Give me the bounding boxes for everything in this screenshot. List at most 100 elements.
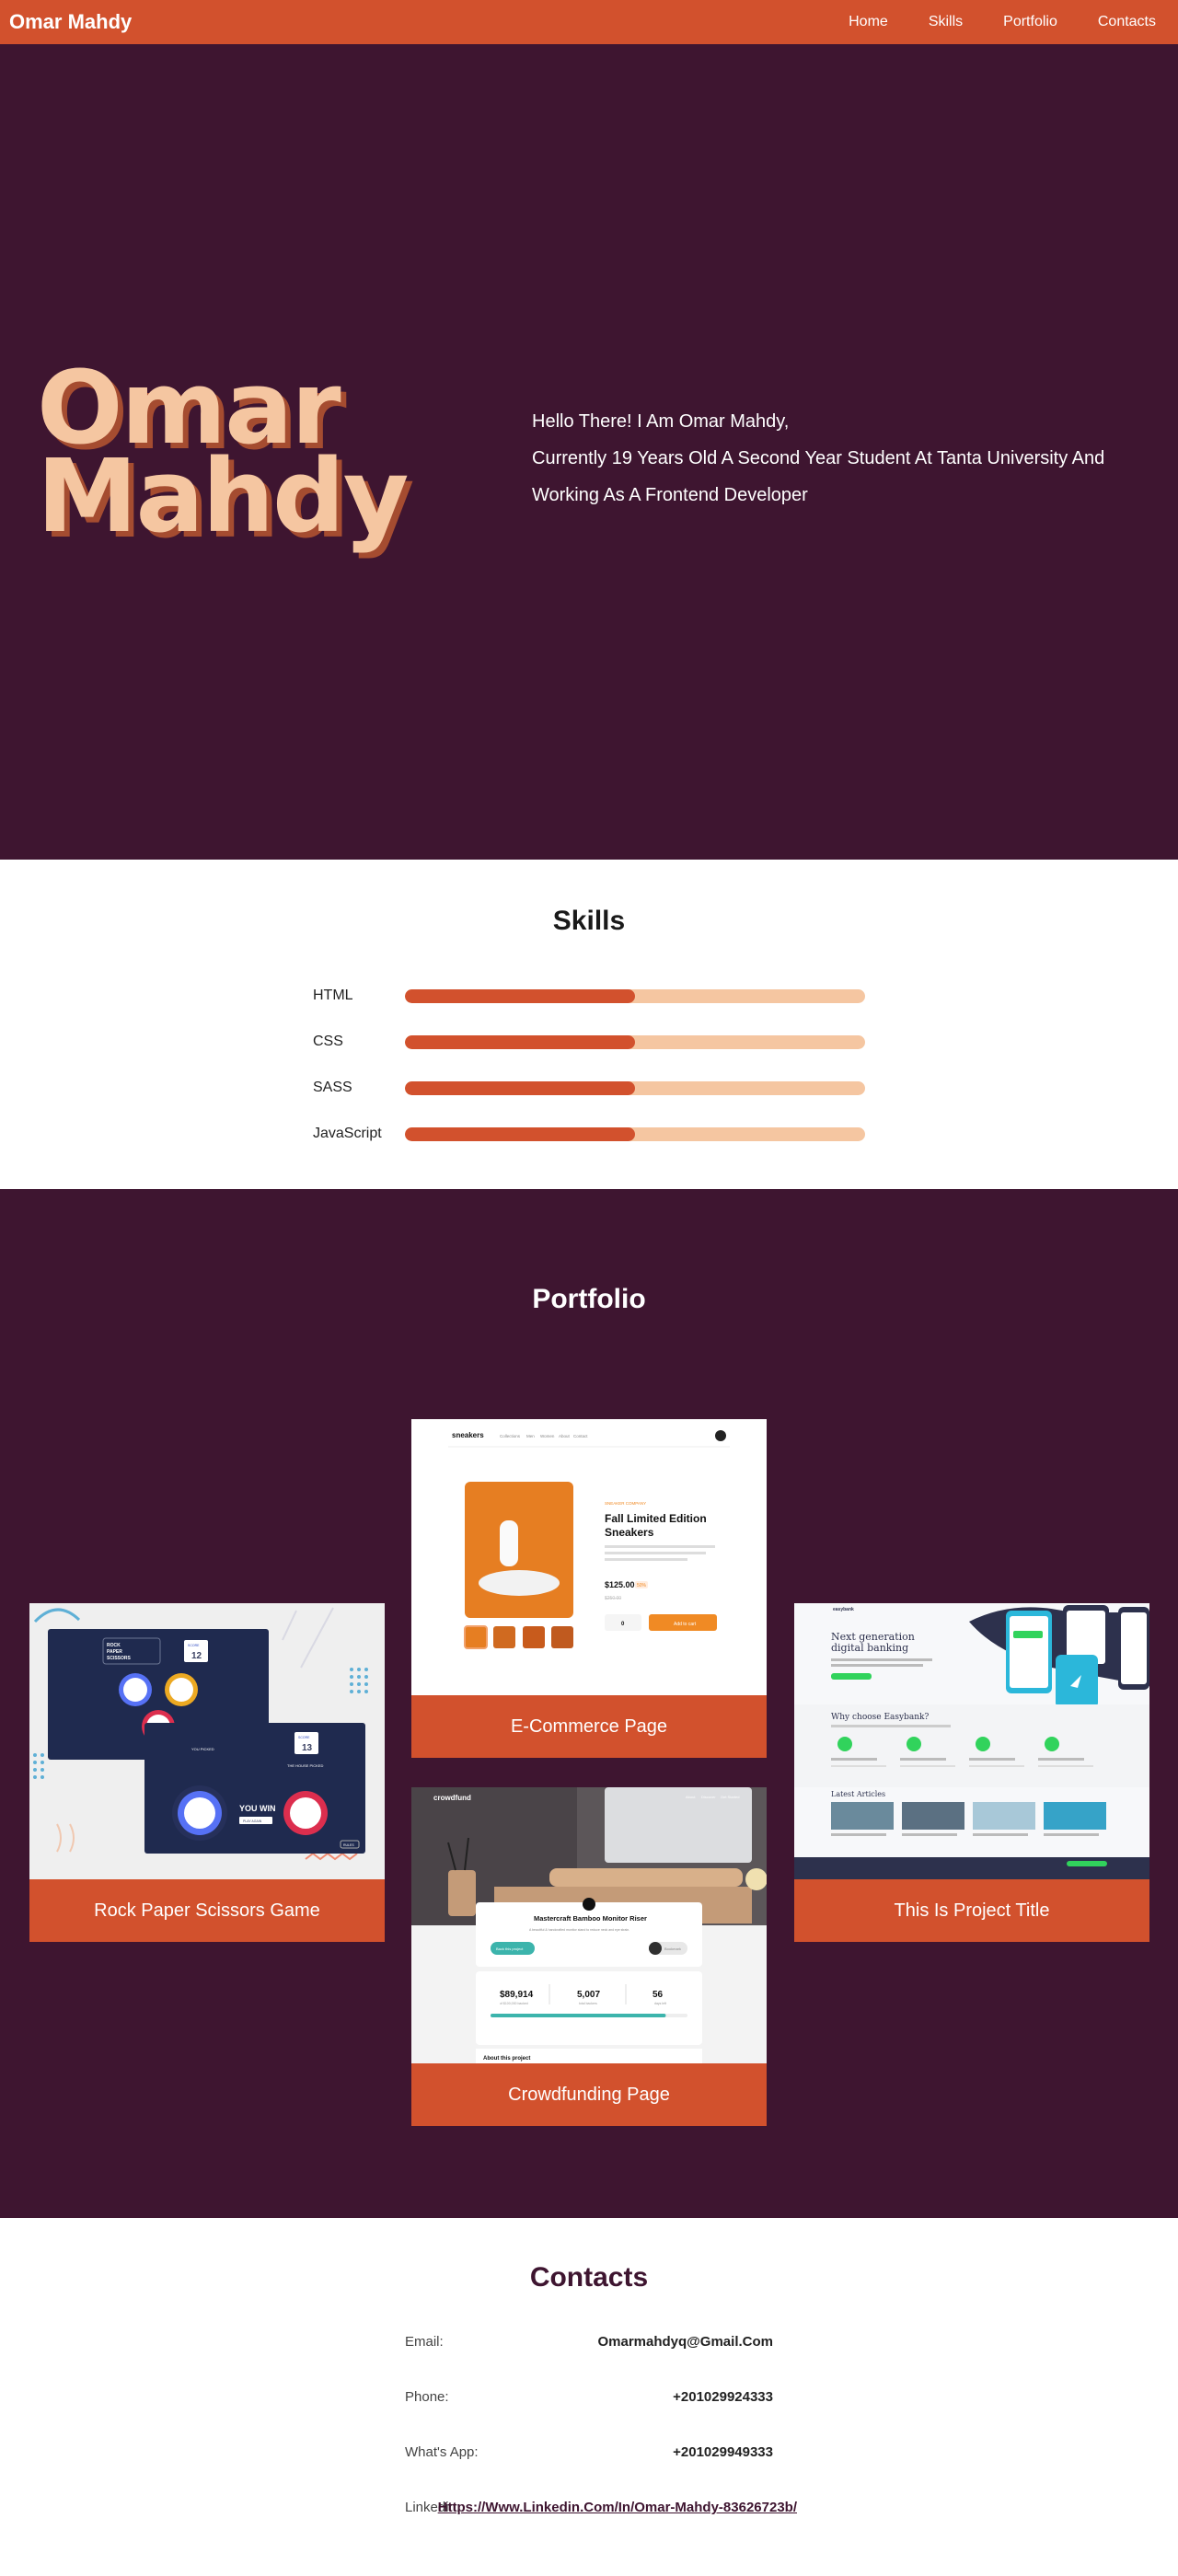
contact-row-phone: Phone: +201029924333 bbox=[405, 2389, 773, 2411]
svg-text:A beautiful & handcrafted moni: A beautiful & handcrafted monitor stand … bbox=[529, 1928, 629, 1932]
skill-row-html: HTML bbox=[313, 982, 865, 1010]
nav-link-home[interactable]: Home bbox=[849, 14, 888, 30]
project-caption: E-Commerce Page bbox=[411, 1695, 767, 1758]
skill-row-css: CSS bbox=[313, 1028, 865, 1056]
nav-link-contacts[interactable]: Contacts bbox=[1098, 14, 1156, 30]
svg-text:Why choose Easybank?: Why choose Easybank? bbox=[831, 1713, 929, 1722]
skill-bar bbox=[405, 1126, 865, 1141]
svg-text:Get Started: Get Started bbox=[721, 1795, 739, 1799]
svg-text:RULES: RULES bbox=[343, 1843, 354, 1847]
hero-intro: Hello There! I Am Omar Mahdy, Currently … bbox=[532, 403, 1121, 514]
contact-row-linkedin: Linkedin: Https://Www.Linkedin.Com/In/Om… bbox=[405, 2500, 797, 2522]
svg-text:THE HOUSE PICKED: THE HOUSE PICKED bbox=[287, 1763, 323, 1768]
hero-intro-line: Currently 19 Years Old A Second Year Stu… bbox=[532, 448, 1105, 468]
hero-intro-line: Hello There! I Am Omar Mahdy, bbox=[532, 411, 790, 432]
contact-email-value[interactable]: Omarmahdyq@Gmail.Com bbox=[597, 2334, 773, 2350]
contact-label: Email: bbox=[405, 2334, 444, 2350]
project-caption: Rock Paper Scissors Game bbox=[29, 1879, 385, 1942]
svg-text:$250.00: $250.00 bbox=[605, 1596, 621, 1601]
navbar: Omar Mahdy Home Skills Portfolio Contact… bbox=[0, 0, 1178, 46]
svg-text:About: About bbox=[559, 1434, 571, 1438]
hero-section: Omar Mahdy Hello There! I Am Omar Mahdy,… bbox=[0, 46, 1178, 860]
svg-text:SNEAKER COMPANY: SNEAKER COMPANY bbox=[605, 1501, 646, 1506]
contact-label: What's App: bbox=[405, 2444, 479, 2460]
contact-whatsapp-value[interactable]: +201029949333 bbox=[673, 2444, 773, 2460]
contacts-title: Contacts bbox=[529, 2262, 649, 2293]
svg-text:SCORE: SCORE bbox=[188, 1644, 200, 1647]
svg-text:Sneakers: Sneakers bbox=[605, 1526, 654, 1539]
svg-text:sneakers: sneakers bbox=[452, 1431, 484, 1439]
svg-text:Women: Women bbox=[540, 1434, 555, 1438]
contact-row-whatsapp: What's App: +201029949333 bbox=[405, 2444, 773, 2466]
skill-row-sass: SASS bbox=[313, 1074, 865, 1102]
hero-name: Omar Mahdy bbox=[37, 357, 409, 555]
skill-label: JavaScript bbox=[313, 1126, 382, 1141]
svg-text:PLAY AGAIN: PLAY AGAIN bbox=[243, 1819, 262, 1823]
contact-row-email: Email: Omarmahdyq@Gmail.Com bbox=[405, 2334, 773, 2356]
svg-text:easybank: easybank bbox=[833, 1607, 854, 1612]
project-caption: This Is Project Title bbox=[794, 1879, 1149, 1942]
portfolio-title: Portfolio bbox=[532, 1284, 646, 1314]
svg-text:$125.00: $125.00 bbox=[605, 1580, 635, 1589]
svg-text:13: 13 bbox=[302, 1743, 313, 1753]
skill-label: HTML bbox=[313, 988, 353, 1003]
skill-row-javascript: JavaScript bbox=[313, 1120, 865, 1148]
contacts-section: Contacts Email: Omarmahdyq@Gmail.Com Pho… bbox=[0, 2218, 1178, 2576]
skill-bar-fill bbox=[405, 1034, 635, 1049]
nav-link-portfolio[interactable]: Portfolio bbox=[1003, 14, 1057, 30]
contact-phone-value[interactable]: +201029924333 bbox=[673, 2389, 773, 2405]
hero-name-last: Mahdy bbox=[37, 437, 409, 555]
skills-section: Skills HTML CSS SASS JavaScript bbox=[0, 860, 1178, 1189]
skill-bar-fill bbox=[405, 1126, 635, 1141]
svg-text:Mastercraft Bamboo Monitor Ris: Mastercraft Bamboo Monitor Riser bbox=[534, 1914, 647, 1923]
skill-bar bbox=[405, 1034, 865, 1049]
svg-text:Collections: Collections bbox=[500, 1434, 521, 1438]
svg-text:SCORE: SCORE bbox=[298, 1736, 310, 1739]
nav-link-skills[interactable]: Skills bbox=[929, 14, 963, 30]
brand-logo[interactable]: Omar Mahdy bbox=[9, 10, 132, 34]
hero-intro-line: Working As A Frontend Developer bbox=[532, 485, 808, 505]
svg-text:total backers: total backers bbox=[579, 2002, 597, 2005]
linkedin-link[interactable]: Https://Www.Linkedin.Com/In/Omar-Mahdy-8… bbox=[438, 2500, 797, 2515]
ecommerce-preview-image: sneakers Collections Men Women About Con… bbox=[411, 1419, 767, 1695]
svg-text:$89,914: $89,914 bbox=[500, 1990, 534, 2000]
svg-text:50%: 50% bbox=[637, 1583, 647, 1588]
svg-text:YOU WIN: YOU WIN bbox=[239, 1804, 276, 1813]
svg-text:Bookmark: Bookmark bbox=[664, 1946, 681, 1951]
svg-text:YOU PICKED: YOU PICKED bbox=[191, 1747, 214, 1751]
svg-text:days left: days left bbox=[654, 2002, 666, 2005]
crowdfunding-preview-image: crowdfund About Discover Get Started Mas… bbox=[411, 1787, 767, 2063]
svg-text:Fall Limited Edition: Fall Limited Edition bbox=[605, 1512, 707, 1525]
svg-text:ROCK: ROCK bbox=[107, 1643, 121, 1648]
project-card-ecommerce[interactable]: sneakers Collections Men Women About Con… bbox=[411, 1419, 767, 1758]
svg-text:Contact: Contact bbox=[573, 1434, 588, 1438]
project-thumbnail: ROCK PAPER SCISSORS SCORE 12 SCORE 13 YO… bbox=[29, 1603, 385, 1879]
svg-text:About this project: About this project bbox=[483, 2056, 530, 2062]
svg-text:Latest Articles: Latest Articles bbox=[831, 1790, 885, 1798]
bank-preview-image: easybank Next generation digital banking… bbox=[794, 1603, 1149, 1879]
project-card-placeholder[interactable]: easybank Next generation digital banking… bbox=[794, 1603, 1149, 1942]
project-card-crowdfunding[interactable]: crowdfund About Discover Get Started Mas… bbox=[411, 1787, 767, 2126]
svg-text:Men: Men bbox=[526, 1434, 535, 1438]
skills-title: Skills bbox=[552, 906, 626, 936]
svg-text:12: 12 bbox=[191, 1651, 202, 1661]
skill-bar-fill bbox=[405, 1080, 635, 1095]
rps-preview-image: ROCK PAPER SCISSORS SCORE 12 SCORE 13 YO… bbox=[29, 1603, 385, 1879]
portfolio-section: Portfolio sneakers Collections Men Women… bbox=[0, 1189, 1178, 2218]
svg-text:Back this project: Back this project bbox=[496, 1946, 524, 1951]
svg-text:digital banking: digital banking bbox=[831, 1642, 908, 1654]
svg-text:About: About bbox=[686, 1795, 696, 1799]
project-thumbnail: sneakers Collections Men Women About Con… bbox=[411, 1419, 767, 1695]
svg-text:Discover: Discover bbox=[701, 1795, 716, 1799]
skill-bar-fill bbox=[405, 988, 635, 1003]
svg-text:PAPER: PAPER bbox=[107, 1649, 122, 1655]
project-card-rock-paper-scissors[interactable]: ROCK PAPER SCISSORS SCORE 12 SCORE 13 YO… bbox=[29, 1603, 385, 1942]
project-thumbnail: crowdfund About Discover Get Started Mas… bbox=[411, 1787, 767, 2063]
skill-label: CSS bbox=[313, 1034, 343, 1049]
svg-text:Add to cart: Add to cart bbox=[674, 1622, 697, 1627]
project-thumbnail: easybank Next generation digital banking… bbox=[794, 1603, 1149, 1879]
svg-text:56: 56 bbox=[653, 1990, 664, 2000]
skill-bar bbox=[405, 988, 865, 1003]
skill-bar bbox=[405, 1080, 865, 1095]
svg-text:of $100,000 backed: of $100,000 backed bbox=[500, 2002, 528, 2005]
